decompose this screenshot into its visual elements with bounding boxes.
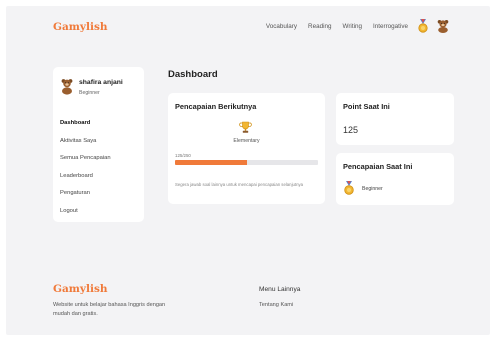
user-profile[interactable]: shafira anjani Beginner [60, 78, 144, 102]
medal-icon [344, 181, 354, 195]
bear-avatar-icon [61, 79, 73, 95]
sidebar-item-pengaturan[interactable]: Pengaturan [60, 190, 111, 208]
nav-link-reading[interactable]: Reading [308, 23, 331, 30]
sidebar-item-dashboard[interactable]: Dashboard [60, 120, 111, 138]
bear-avatar-icon[interactable] [436, 19, 450, 33]
sidebar-item-leaderboard[interactable]: Leaderboard [60, 173, 111, 191]
footer-brand: Gamylish [53, 283, 108, 295]
user-level: Beginner [79, 90, 100, 96]
progress-bar [175, 160, 318, 165]
user-name: shafira anjani [79, 79, 123, 86]
progress-text: 125/250 [175, 153, 191, 158]
nav-link-interrogative[interactable]: Interrogative [373, 23, 408, 30]
current-achievement-card: Pencapaian Saat Ini Beginner [336, 153, 454, 205]
nav-links: Vocabulary Reading Writing Interrogative [266, 23, 408, 30]
sidebar-item-aktivitas-saya[interactable]: Aktivitas Saya [60, 138, 111, 156]
current-achievement-title: Pencapaian Saat Ini [343, 162, 413, 171]
progress-bar-fill [175, 160, 247, 165]
nav-link-vocabulary[interactable]: Vocabulary [266, 23, 297, 30]
footer-menu-title: Menu Lainnya [259, 286, 301, 293]
next-achievement-title: Pencapaian Berikutnya [175, 102, 257, 111]
points-value: 125 [343, 125, 359, 135]
current-achievement-level: Beginner [362, 186, 383, 192]
page-frame: Gamylish Vocabulary Reading Writing Inte… [6, 6, 490, 335]
nav-link-writing[interactable]: Writing [343, 23, 362, 30]
footer-link-tentang-kami[interactable]: Tentang Kami [259, 302, 293, 308]
sidebar-item-semua-pencapaian[interactable]: Semua Pencapaian [60, 155, 111, 173]
next-achievement-card: Pencapaian Berikutnya Elementary 125/250… [168, 93, 325, 204]
sidebar-menu: Dashboard Aktivitas Saya Semua Pencapaia… [60, 120, 111, 226]
next-achievement-name: Elementary [233, 138, 260, 144]
progress-hint: Segera jawab soal lainnya untuk mencapai… [175, 182, 304, 187]
brand-logo[interactable]: Gamylish [53, 21, 108, 33]
points-card: Point Saat Ini 125 [336, 93, 454, 145]
page-title: Dashboard [168, 69, 218, 80]
footer-description: Website untuk belajar bahasa Inggris den… [53, 302, 166, 317]
sidebar-item-logout[interactable]: Logout [60, 208, 111, 226]
points-title: Point Saat Ini [343, 102, 390, 111]
navbar: Gamylish Vocabulary Reading Writing Inte… [6, 6, 490, 46]
sidebar: shafira anjani Beginner Dashboard Aktivi… [53, 67, 144, 222]
trophy-icon [239, 121, 252, 133]
medal-icon[interactable] [416, 19, 430, 33]
